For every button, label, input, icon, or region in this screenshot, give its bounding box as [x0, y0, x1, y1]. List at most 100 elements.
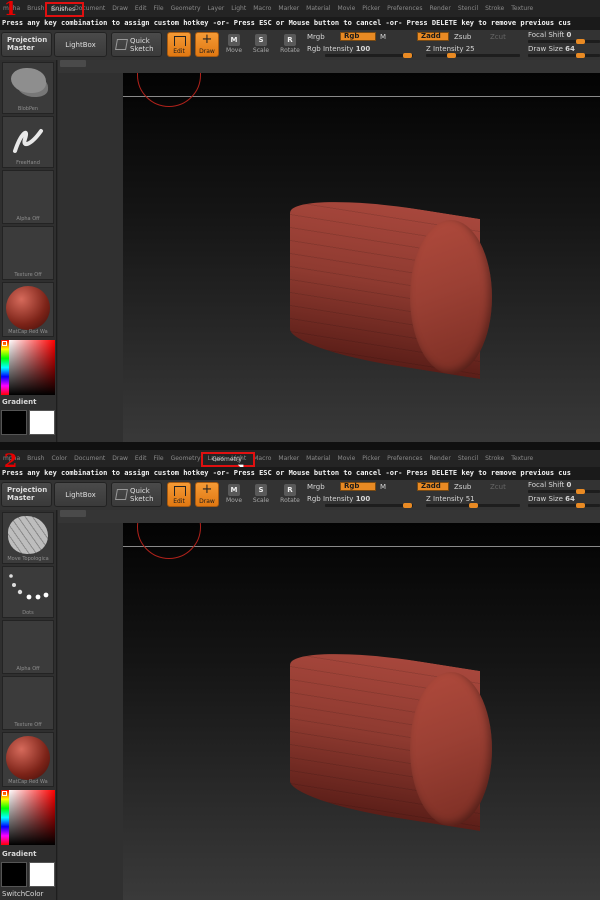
- color-picker[interactable]: [1, 790, 55, 845]
- rotate-button[interactable]: R Rotate: [279, 33, 301, 59]
- menu-file[interactable]: File: [151, 450, 167, 467]
- main-color-swatch[interactable]: [29, 862, 55, 887]
- viewport-canvas[interactable]: [123, 73, 600, 450]
- zadd-toggle[interactable]: Zadd: [417, 32, 449, 41]
- focal-shift-slider[interactable]: [528, 39, 600, 44]
- draw-size-slider[interactable]: [528, 53, 600, 58]
- quick-sketch-button[interactable]: Quick Sketch: [111, 482, 162, 507]
- draw-size-label[interactable]: Draw Size 64: [528, 45, 575, 53]
- draw-button[interactable]: Draw: [195, 32, 219, 57]
- focal-shift-label[interactable]: Focal Shift 0: [528, 31, 571, 39]
- menu-stencil[interactable]: Stencil: [455, 0, 481, 17]
- hue-strip[interactable]: [1, 340, 9, 395]
- menu-geometry[interactable]: Geometry: [168, 450, 204, 467]
- switch-color-label[interactable]: SwitchColor: [2, 890, 43, 898]
- z-intensity-label[interactable]: Z Intensity 25: [426, 45, 475, 53]
- hue-strip[interactable]: [1, 790, 9, 845]
- zcut-toggle[interactable]: Zcut: [490, 33, 506, 41]
- document-tab[interactable]: [60, 510, 86, 517]
- menu-light[interactable]: Light: [228, 0, 249, 17]
- m-toggle[interactable]: M: [380, 33, 386, 41]
- rgb-toggle[interactable]: Rgb: [340, 482, 376, 491]
- menu-movie[interactable]: Movie: [335, 450, 359, 467]
- menu-material[interactable]: Material: [303, 0, 333, 17]
- viewport-canvas[interactable]: [123, 523, 600, 900]
- quick-sketch-button[interactable]: Quick Sketch: [111, 32, 162, 57]
- edit-button[interactable]: Edit: [167, 32, 191, 57]
- mrgb-toggle[interactable]: Mrgb: [307, 33, 325, 41]
- highlighted-menu-label[interactable]: Brushes: [51, 6, 75, 13]
- menu-edit[interactable]: Edit: [132, 0, 150, 17]
- z-intensity-label[interactable]: Z Intensity 51: [426, 495, 475, 503]
- m-toggle[interactable]: M: [380, 483, 386, 491]
- draw-button[interactable]: Draw: [195, 482, 219, 507]
- stroke-slot[interactable]: Dots: [2, 566, 54, 618]
- menu-preferences[interactable]: Preferences: [384, 0, 425, 17]
- zadd-toggle[interactable]: Zadd: [417, 482, 449, 491]
- menu-marker[interactable]: Marker: [275, 0, 302, 17]
- menu-layer[interactable]: Layer: [205, 0, 228, 17]
- secondary-color-swatch[interactable]: [1, 410, 27, 435]
- z-intensity-slider-knob[interactable]: [469, 503, 478, 508]
- gradient-label[interactable]: Gradient: [2, 850, 36, 858]
- stroke-slot[interactable]: FreeHand: [2, 116, 54, 168]
- menu-macro[interactable]: Macro: [250, 0, 274, 17]
- brush-slot[interactable]: BlobPen: [2, 62, 54, 114]
- menu-texture[interactable]: Texture: [508, 450, 536, 467]
- z-intensity-slider[interactable]: [426, 53, 520, 58]
- menu-edit[interactable]: Edit: [132, 450, 150, 467]
- color-marker[interactable]: [2, 341, 7, 346]
- focal-shift-slider[interactable]: [528, 489, 600, 494]
- menu-draw[interactable]: Draw: [109, 0, 131, 17]
- move-button[interactable]: M Move: [223, 483, 245, 509]
- focal-shift-slider-knob[interactable]: [576, 489, 585, 494]
- draw-size-label[interactable]: Draw Size 64: [528, 495, 575, 503]
- gradient-label[interactable]: Gradient: [2, 398, 36, 406]
- alpha-slot[interactable]: Alpha Off: [2, 620, 54, 674]
- zsub-toggle[interactable]: Zsub: [454, 483, 471, 491]
- material-slot[interactable]: MatCap Red Wa: [2, 282, 54, 337]
- menu-render[interactable]: Render: [426, 450, 453, 467]
- menu-preferences[interactable]: Preferences: [384, 450, 425, 467]
- scale-button[interactable]: S Scale: [250, 483, 272, 509]
- rgb-intensity-label[interactable]: Rgb Intensity 100: [307, 45, 370, 53]
- main-color-swatch[interactable]: [29, 410, 55, 435]
- edit-button[interactable]: Edit: [167, 482, 191, 507]
- saturation-value-field[interactable]: [9, 340, 55, 395]
- menu-document[interactable]: Document: [71, 450, 108, 467]
- rotate-button[interactable]: R Rotate: [279, 483, 301, 509]
- move-button[interactable]: M Move: [223, 33, 245, 59]
- secondary-color-swatch[interactable]: [1, 862, 27, 887]
- menu-picker[interactable]: Picker: [359, 450, 383, 467]
- saturation-value-field[interactable]: [9, 790, 55, 845]
- lightbox-button[interactable]: LightBox: [54, 482, 107, 507]
- zcut-toggle[interactable]: Zcut: [490, 483, 506, 491]
- projection-master-button[interactable]: Projection Master: [1, 482, 52, 507]
- color-picker[interactable]: [1, 340, 55, 395]
- menu-geometry[interactable]: Geometry: [168, 0, 204, 17]
- rgb-toggle[interactable]: Rgb: [340, 32, 376, 41]
- rgb-intensity-slider[interactable]: [325, 503, 413, 508]
- menu-brush[interactable]: Brush: [24, 0, 47, 17]
- zsub-toggle[interactable]: Zsub: [454, 33, 471, 41]
- z-intensity-slider[interactable]: [426, 503, 520, 508]
- rgb-intensity-slider-knob[interactable]: [403, 53, 412, 58]
- alpha-slot[interactable]: Alpha Off: [2, 170, 54, 224]
- texture-slot[interactable]: Texture Off: [2, 226, 54, 280]
- menu-texture[interactable]: Texture: [508, 0, 536, 17]
- menu-render[interactable]: Render: [426, 0, 453, 17]
- scale-button[interactable]: S Scale: [250, 33, 272, 59]
- brush-slot[interactable]: Move Topologica: [2, 512, 54, 564]
- mrgb-toggle[interactable]: Mrgb: [307, 483, 325, 491]
- menu-file[interactable]: File: [151, 0, 167, 17]
- menu-stroke[interactable]: Stroke: [482, 450, 507, 467]
- material-slot[interactable]: MatCap Red Wa: [2, 732, 54, 787]
- menu-brush[interactable]: Brush: [24, 450, 47, 467]
- menu-marker[interactable]: Marker: [275, 450, 302, 467]
- menu-draw[interactable]: Draw: [109, 450, 131, 467]
- draw-size-slider-knob[interactable]: [576, 53, 585, 58]
- menu-stroke[interactable]: Stroke: [482, 0, 507, 17]
- lightbox-button[interactable]: LightBox: [54, 32, 107, 57]
- texture-slot[interactable]: Texture Off: [2, 676, 54, 730]
- focal-shift-label[interactable]: Focal Shift 0: [528, 481, 571, 489]
